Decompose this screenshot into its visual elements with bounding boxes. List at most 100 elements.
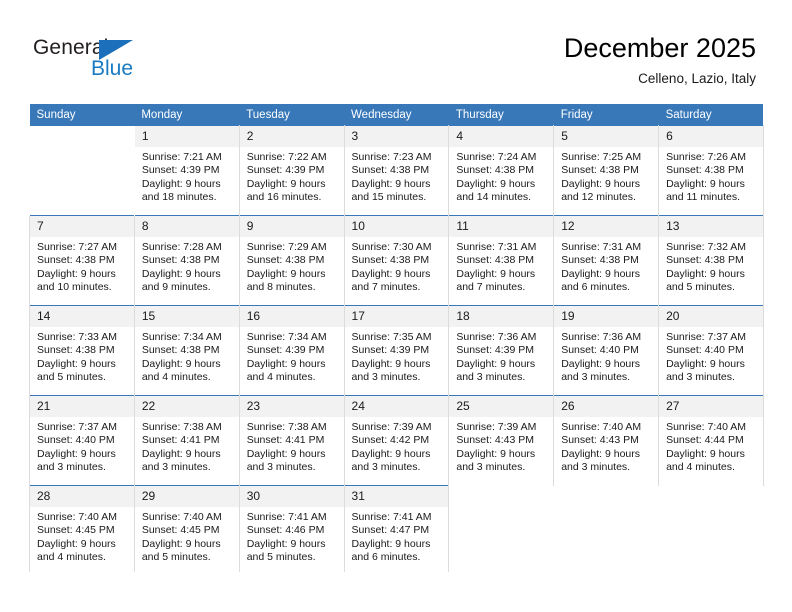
daylight-text-line1: Daylight: 9 hours xyxy=(351,357,431,370)
daylight-text-line1: Daylight: 9 hours xyxy=(666,447,745,460)
day-details: Sunrise: 7:23 AM Sunset: 4:38 PM Daylight:… xyxy=(345,147,449,205)
sunset-text: Sunset: 4:38 PM xyxy=(37,254,115,267)
day-cell[interactable]: 23 Sunrise: 7:38 AM Sunset: 4:41 PM Dayligh… xyxy=(238,395,345,486)
day-number: 2 xyxy=(239,126,344,147)
day-number: 18 xyxy=(449,306,554,327)
day-cell[interactable]: 31 Sunrise: 7:41 AM Sunset: 4:47 PM Dayligh… xyxy=(343,485,450,572)
day-cell[interactable]: 9 Sunrise: 7:29 AM Sunset: 4:38 PM Daylight… xyxy=(238,215,345,306)
day-cell[interactable]: 1 Sunrise: 7:21 AM Sunset: 4:39 PM Daylight… xyxy=(133,125,240,216)
day-cell[interactable]: 8 Sunrise: 7:28 AM Sunset: 4:38 PM Daylight… xyxy=(133,215,240,306)
sunset-text: Sunset: 4:38 PM xyxy=(561,164,639,177)
day-cell[interactable]: 14 Sunrise: 7:33 AM Sunset: 4:38 PM Dayligh… xyxy=(29,305,135,396)
day-cell[interactable]: 3 Sunrise: 7:23 AM Sunset: 4:38 PM Daylight… xyxy=(343,125,450,216)
day-number: 9 xyxy=(239,216,344,237)
sunrise-text: Sunrise: 7:34 AM xyxy=(246,331,327,343)
daylight-text-line2: and 3 minutes. xyxy=(246,461,316,474)
day-cell[interactable]: 21 Sunrise: 7:37 AM Sunset: 4:40 PM Dayligh… xyxy=(29,395,135,486)
sunrise-text: Sunrise: 7:22 AM xyxy=(246,151,327,163)
sunrise-text: Sunrise: 7:31 AM xyxy=(456,241,537,253)
day-cell[interactable]: 16 Sunrise: 7:34 AM Sunset: 4:39 PM Dayligh… xyxy=(238,305,345,396)
day-cell[interactable]: 17 Sunrise: 7:35 AM Sunset: 4:39 PM Dayligh… xyxy=(343,305,450,396)
day-details: Sunrise: 7:38 AM Sunset: 4:41 PM Daylight:… xyxy=(135,417,239,475)
daylight-text-line1: Daylight: 9 hours xyxy=(666,177,745,190)
day-cell[interactable]: 29 Sunrise: 7:40 AM Sunset: 4:45 PM Dayligh… xyxy=(133,485,240,572)
daylight-text-line1: Daylight: 9 hours xyxy=(456,357,536,370)
day-number: 15 xyxy=(134,306,239,327)
day-cell[interactable]: 13 Sunrise: 7:32 AM Sunset: 4:38 PM Dayligh… xyxy=(658,215,764,306)
day-cell[interactable]: 10 Sunrise: 7:30 AM Sunset: 4:38 PM Dayligh… xyxy=(343,215,450,306)
sunset-text: Sunset: 4:43 PM xyxy=(561,434,639,447)
daylight-text-line2: and 6 minutes. xyxy=(351,551,421,564)
calendar-page: General Blue December 2025 Celleno, Lazi… xyxy=(0,0,792,612)
day-cell[interactable]: 7 Sunrise: 7:27 AM Sunset: 4:38 PM Daylight… xyxy=(29,215,135,306)
day-cell[interactable]: 30 Sunrise: 7:41 AM Sunset: 4:46 PM Dayligh… xyxy=(238,485,345,572)
day-cell[interactable]: 18 Sunrise: 7:36 AM Sunset: 4:39 PM Dayligh… xyxy=(448,305,555,396)
daylight-text-line2: and 10 minutes. xyxy=(37,281,112,294)
day-cell[interactable]: 22 Sunrise: 7:38 AM Sunset: 4:41 PM Dayligh… xyxy=(133,395,240,486)
day-details: Sunrise: 7:38 AM Sunset: 4:41 PM Daylight:… xyxy=(240,417,344,475)
weekday-header-friday: Friday xyxy=(553,104,659,126)
sunrise-text: Sunrise: 7:40 AM xyxy=(37,511,117,523)
daylight-text-line2: and 12 minutes. xyxy=(561,191,636,204)
sunrise-text: Sunrise: 7:27 AM xyxy=(37,241,117,253)
sunset-text: Sunset: 4:38 PM xyxy=(456,164,535,177)
sunrise-text: Sunrise: 7:40 AM xyxy=(666,421,747,433)
day-number: 30 xyxy=(239,486,344,507)
daylight-text-line2: and 15 minutes. xyxy=(351,191,427,204)
day-cell[interactable]: 25 Sunrise: 7:39 AM Sunset: 4:43 PM Dayligh… xyxy=(448,395,555,486)
day-number: 31 xyxy=(344,486,449,507)
general-blue-logo[interactable]: General Blue xyxy=(33,36,183,88)
sunset-text: Sunset: 4:38 PM xyxy=(456,254,535,267)
daylight-text-line1: Daylight: 9 hours xyxy=(561,267,641,280)
daylight-text-line1: Daylight: 9 hours xyxy=(561,447,641,460)
sunset-text: Sunset: 4:42 PM xyxy=(351,434,430,447)
daylight-text-line1: Daylight: 9 hours xyxy=(351,267,431,280)
calendar-header-row: Sunday Monday Tuesday Wednesday Thursday… xyxy=(29,104,764,126)
day-cell[interactable]: 15 Sunrise: 7:34 AM Sunset: 4:38 PM Dayligh… xyxy=(133,305,240,396)
sunrise-text: Sunrise: 7:38 AM xyxy=(141,421,222,433)
daylight-text-line1: Daylight: 9 hours xyxy=(246,357,326,370)
day-cell[interactable]: 6 Sunrise: 7:26 AM Sunset: 4:38 PM Daylight… xyxy=(658,125,764,216)
day-cell[interactable]: 28 Sunrise: 7:40 AM Sunset: 4:45 PM Dayligh… xyxy=(29,485,135,572)
day-cell[interactable]: 5 Sunrise: 7:25 AM Sunset: 4:38 PM Daylight… xyxy=(553,125,660,216)
day-details: Sunrise: 7:31 AM Sunset: 4:38 PM Daylight:… xyxy=(554,237,658,295)
day-cell[interactable]: 24 Sunrise: 7:39 AM Sunset: 4:42 PM Dayligh… xyxy=(343,395,450,486)
sunset-text: Sunset: 4:47 PM xyxy=(351,524,430,537)
day-cell[interactable]: 12 Sunrise: 7:31 AM Sunset: 4:38 PM Dayligh… xyxy=(553,215,660,306)
day-number: 5 xyxy=(554,126,659,147)
day-number: 19 xyxy=(554,306,659,327)
day-cell[interactable]: 11 Sunrise: 7:31 AM Sunset: 4:38 PM Dayligh… xyxy=(448,215,555,306)
sunset-text: Sunset: 4:41 PM xyxy=(246,434,325,447)
daylight-text-line2: and 3 minutes. xyxy=(456,461,526,474)
day-cell[interactable]: 27 Sunrise: 7:40 AM Sunset: 4:44 PM Dayligh… xyxy=(658,395,764,486)
day-cell[interactable]: 2 Sunrise: 7:22 AM Sunset: 4:39 PM Daylight… xyxy=(238,125,345,216)
daylight-text-line2: and 18 minutes. xyxy=(141,191,217,204)
daylight-text-line1: Daylight: 9 hours xyxy=(141,177,221,190)
day-details: Sunrise: 7:25 AM Sunset: 4:38 PM Daylight:… xyxy=(554,147,658,205)
sunset-text: Sunset: 4:43 PM xyxy=(456,434,535,447)
day-details: Sunrise: 7:37 AM Sunset: 4:40 PM Daylight:… xyxy=(30,417,134,475)
day-number: 25 xyxy=(449,396,554,417)
sunrise-text: Sunrise: 7:23 AM xyxy=(351,151,432,163)
day-details: Sunrise: 7:34 AM Sunset: 4:38 PM Daylight:… xyxy=(135,327,239,385)
daylight-text-line1: Daylight: 9 hours xyxy=(141,357,221,370)
calendar-body: 1 Sunrise: 7:21 AM Sunset: 4:39 PM Daylight… xyxy=(29,125,764,572)
daylight-text-line2: and 11 minutes. xyxy=(666,191,740,204)
sunrise-text: Sunrise: 7:39 AM xyxy=(456,421,537,433)
day-number: 17 xyxy=(344,306,449,327)
day-number: 24 xyxy=(344,396,449,417)
day-number: 13 xyxy=(659,216,763,237)
daylight-text-line2: and 3 minutes. xyxy=(561,371,631,384)
sunrise-text: Sunrise: 7:30 AM xyxy=(351,241,432,253)
sunset-text: Sunset: 4:39 PM xyxy=(141,164,220,177)
day-details: Sunrise: 7:22 AM Sunset: 4:39 PM Daylight:… xyxy=(240,147,344,205)
day-cell[interactable]: 19 Sunrise: 7:36 AM Sunset: 4:40 PM Dayligh… xyxy=(553,305,660,396)
sunset-text: Sunset: 4:39 PM xyxy=(246,164,325,177)
day-cell[interactable]: 26 Sunrise: 7:40 AM Sunset: 4:43 PM Dayligh… xyxy=(553,395,660,486)
day-cell[interactable]: 20 Sunrise: 7:37 AM Sunset: 4:40 PM Dayligh… xyxy=(658,305,764,396)
day-cell[interactable]: 4 Sunrise: 7:24 AM Sunset: 4:38 PM Daylight… xyxy=(448,125,555,216)
day-details: Sunrise: 7:31 AM Sunset: 4:38 PM Daylight:… xyxy=(449,237,553,295)
daylight-text-line2: and 8 minutes. xyxy=(246,281,316,294)
daylight-text-line2: and 5 minutes. xyxy=(141,551,211,564)
day-number: 4 xyxy=(449,126,554,147)
